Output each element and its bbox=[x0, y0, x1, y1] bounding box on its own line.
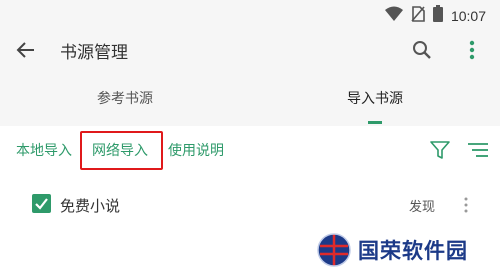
tab-import-sources[interactable]: 导入书源 bbox=[250, 72, 500, 126]
vertical-dots-icon[interactable] bbox=[458, 194, 474, 216]
tab-bar: 参考书源 导入书源 bbox=[0, 72, 500, 126]
globe-logo-icon bbox=[316, 232, 352, 268]
page-title: 书源管理 bbox=[60, 43, 128, 63]
import-options-bar: 本地导入 网络导入 使用说明 bbox=[0, 126, 500, 174]
arrow-left-icon[interactable] bbox=[14, 38, 38, 62]
filter-icon[interactable] bbox=[428, 138, 452, 162]
watermark: 国荣软件园 bbox=[316, 232, 468, 268]
source-name: 免费小说 bbox=[60, 197, 121, 215]
battery-icon bbox=[432, 5, 443, 26]
highlight-box bbox=[80, 131, 163, 170]
list-item[interactable]: 免费小说 发现 bbox=[0, 186, 500, 226]
status-time: 10:07 bbox=[450, 7, 486, 24]
sort-lines-icon[interactable] bbox=[466, 138, 490, 162]
toolbar: 书源管理 bbox=[0, 28, 500, 72]
status-bar: 10:07 bbox=[0, 0, 500, 28]
discover-button[interactable]: 发现 bbox=[409, 196, 435, 215]
status-icons: 10:07 bbox=[384, 5, 486, 26]
vertical-dots-icon[interactable] bbox=[460, 36, 484, 64]
tab-reference-sources[interactable]: 参考书源 bbox=[0, 72, 250, 126]
watermark-text: 国荣软件园 bbox=[358, 239, 468, 263]
search-icon[interactable] bbox=[408, 36, 436, 64]
help-link[interactable]: 使用说明 bbox=[168, 140, 224, 160]
wifi-icon bbox=[384, 6, 403, 26]
local-import-link[interactable]: 本地导入 bbox=[16, 140, 72, 160]
active-tab-indicator bbox=[368, 121, 382, 124]
no-sim-icon bbox=[411, 5, 425, 26]
source-checkbox[interactable] bbox=[32, 194, 51, 213]
